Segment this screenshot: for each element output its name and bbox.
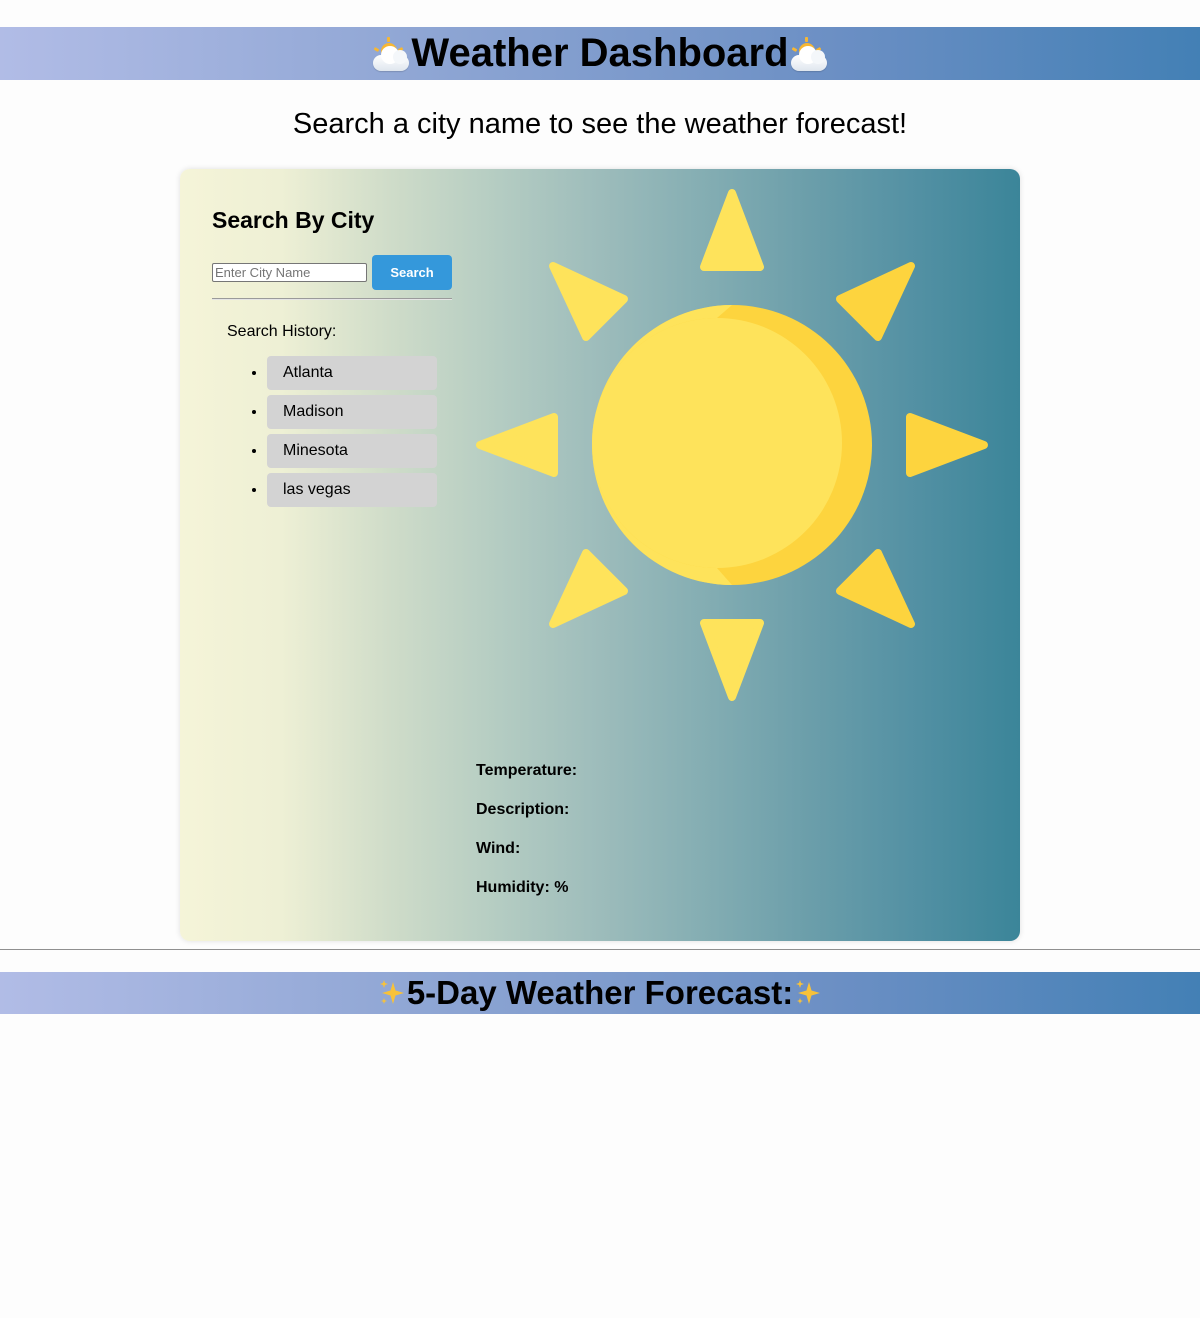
current-weather-details: Temperature: Description: Wind: Humidity…	[476, 763, 876, 919]
page-title: Weather Dashboard	[371, 27, 828, 80]
page: Weather Dashboard Search a city name to …	[0, 0, 1200, 1318]
sun-behind-cloud-icon	[789, 36, 829, 73]
list-item: Madison	[267, 395, 452, 429]
forecast-title-text: 5-Day Weather Forecast:	[406, 974, 794, 1011]
search-history-label: Search History:	[227, 323, 337, 340]
forecast-title: 5-Day Weather Forecast:	[377, 972, 823, 1014]
history-item-atlanta[interactable]: Atlanta	[267, 356, 437, 390]
description-label: Description:	[476, 801, 570, 818]
humidity-label: Humidity: %	[476, 879, 569, 896]
search-history-list: Atlanta Madison Minesota las vegas	[212, 356, 452, 507]
page-title-text: Weather Dashboard	[411, 31, 789, 75]
sparkles-icon	[377, 978, 407, 1008]
forecast-banner: 5-Day Weather Forecast:	[0, 972, 1200, 1014]
list-item: Atlanta	[267, 356, 452, 390]
page-subtitle: Search a city name to see the weather fo…	[292, 108, 908, 140]
wind-label: Wind:	[476, 840, 521, 857]
header-banner: Weather Dashboard	[0, 27, 1200, 80]
weather-card: Search By City Search Search History: At…	[180, 169, 1020, 941]
search-heading: Search By City	[212, 207, 375, 233]
temperature-label: Temperature:	[476, 762, 578, 779]
section-divider	[0, 949, 1200, 950]
list-item: las vegas	[267, 473, 452, 507]
search-row: Search	[212, 255, 452, 290]
sun-behind-cloud-icon	[371, 36, 411, 73]
list-item: Minesota	[267, 434, 452, 468]
history-item-madison[interactable]: Madison	[267, 395, 437, 429]
sparkles-icon	[793, 978, 823, 1008]
search-sidebar: Search By City Search Search History: At…	[212, 207, 452, 512]
city-search-input[interactable]	[212, 263, 367, 282]
history-item-minesota[interactable]: Minesota	[267, 434, 437, 468]
history-item-las-vegas[interactable]: las vegas	[267, 473, 437, 507]
sun-icon	[472, 185, 992, 705]
sidebar-divider	[212, 298, 452, 300]
search-button[interactable]: Search	[372, 255, 452, 290]
